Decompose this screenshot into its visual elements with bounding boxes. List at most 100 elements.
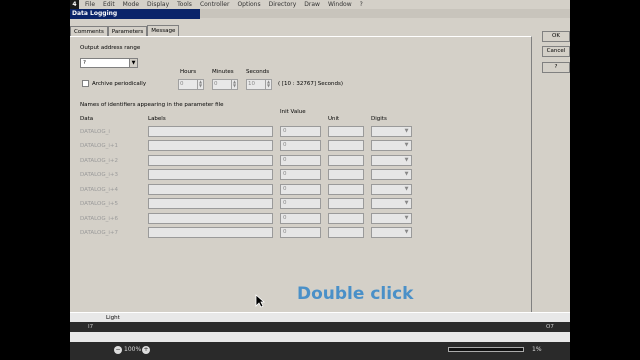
ok-button[interactable]: OK	[542, 31, 570, 42]
spinner-arrows-icon[interactable]: ▲ ▼	[231, 80, 237, 89]
data-identifier: DATALOG_i+7	[80, 230, 119, 236]
menu-options[interactable]: Options	[237, 1, 260, 8]
digits-select[interactable]: ▼	[371, 155, 412, 166]
col-data: Data	[80, 116, 94, 122]
init-value-input[interactable]: 0	[280, 213, 321, 224]
io-strip: I7 O7	[70, 322, 570, 332]
menu-display[interactable]: Display	[147, 1, 169, 8]
data-identifier: DATALOG_i+4	[80, 187, 119, 193]
digits-select[interactable]: ▼	[371, 227, 412, 238]
label-input[interactable]	[148, 198, 273, 209]
chevron-down-icon: ▼	[404, 215, 409, 221]
unit-input[interactable]	[328, 184, 364, 195]
init-value-input[interactable]: 0	[280, 198, 321, 209]
hours-spinner[interactable]: 0 ▲ ▼	[178, 79, 204, 90]
seconds-label: Seconds	[246, 69, 270, 75]
archive-label: Archive periodically	[92, 81, 147, 87]
label-input[interactable]	[148, 155, 273, 166]
label-input[interactable]	[148, 126, 273, 137]
chevron-down-icon: ▼	[404, 186, 409, 192]
unit-input[interactable]	[328, 213, 364, 224]
seconds-spinner[interactable]: 10 ▲ ▼	[246, 79, 272, 90]
unit-input[interactable]	[328, 155, 364, 166]
menu-bar: 4 File Edit Mode Display Tools Controlle…	[70, 0, 570, 9]
digits-select[interactable]: ▼	[371, 213, 412, 224]
zoom-out-icon[interactable]: −	[114, 346, 122, 354]
digits-select[interactable]: ▼	[371, 169, 412, 180]
init-value-input[interactable]: 0	[280, 169, 321, 180]
data-identifier: DATALOG_i+5	[80, 201, 119, 207]
data-identifier: DATALOG_i+2	[80, 158, 119, 164]
menu-controller[interactable]: Controller	[200, 1, 230, 8]
simulation-strip	[70, 332, 570, 342]
identifiers-label: Names of identifiers appearing in the pa…	[80, 102, 224, 108]
help-button[interactable]: ?	[542, 62, 570, 73]
unit-input[interactable]	[328, 126, 364, 137]
input-marker: I7	[88, 324, 94, 330]
menu-mode[interactable]: Mode	[123, 1, 139, 8]
col-digits: Digits	[371, 116, 387, 122]
zoom-in-icon[interactable]: +	[142, 346, 150, 354]
menu-help[interactable]: ?	[360, 1, 363, 8]
unit-input[interactable]	[328, 140, 364, 151]
zoom-level: 100%	[124, 346, 142, 353]
spinner-arrows-icon[interactable]: ▲ ▼	[265, 80, 271, 89]
label-input[interactable]	[148, 184, 273, 195]
progress-percent: 1%	[532, 346, 542, 353]
col-init-value: Init Value	[280, 109, 306, 115]
digits-select[interactable]: ▼	[371, 184, 412, 195]
digits-select[interactable]: ▼	[371, 126, 412, 137]
chevron-down-icon: ▼	[404, 200, 409, 206]
init-value-input[interactable]: 0	[280, 140, 321, 151]
label-input[interactable]	[148, 227, 273, 238]
minutes-label: Minutes	[212, 69, 234, 75]
output-marker: O7	[546, 324, 554, 330]
chevron-down-icon: ▼	[404, 142, 409, 148]
dialog-button-column: OK Cancel ?	[540, 28, 570, 312]
init-value-input[interactable]: 0	[280, 126, 321, 137]
hours-label: Hours	[180, 69, 197, 75]
tutorial-overlay-text: Double click	[297, 284, 414, 304]
application-window: 4 File Edit Mode Display Tools Controlle…	[70, 0, 570, 360]
digits-select[interactable]: ▼	[371, 140, 412, 151]
chevron-down-icon: ▼	[129, 59, 137, 67]
col-labels: Labels	[148, 116, 166, 122]
label-input[interactable]	[148, 169, 273, 180]
unit-input[interactable]	[328, 169, 364, 180]
unit-input[interactable]	[328, 198, 364, 209]
init-value-input[interactable]: 0	[280, 227, 321, 238]
chevron-down-icon: ▼	[404, 128, 409, 134]
init-value-input[interactable]: 0	[280, 155, 321, 166]
unit-input[interactable]	[328, 227, 364, 238]
menu-directory[interactable]: Directory	[269, 1, 297, 8]
mouse-cursor-icon	[255, 294, 265, 308]
cancel-button[interactable]: Cancel	[542, 46, 570, 57]
light-label[interactable]: Light	[106, 315, 120, 321]
progress-bar	[448, 347, 524, 352]
menu-draw[interactable]: Draw	[304, 1, 320, 8]
menu-window[interactable]: Window	[328, 1, 352, 8]
chevron-down-icon: ▼	[404, 157, 409, 163]
seconds-range-hint: ( [10 : 32767] Seconds)	[278, 81, 344, 87]
hours-value: 0	[180, 81, 184, 87]
seconds-value: 10	[248, 81, 255, 87]
archive-checkbox[interactable]	[82, 80, 89, 87]
menu-tools[interactable]: Tools	[177, 1, 192, 8]
data-identifier: DATALOG_i	[80, 129, 110, 135]
label-input[interactable]	[148, 213, 273, 224]
menu-file[interactable]: File	[85, 1, 95, 8]
app-logo-icon: 4	[70, 0, 79, 9]
label-input[interactable]	[148, 140, 273, 151]
digits-select[interactable]: ▼	[371, 198, 412, 209]
chevron-down-icon: ▼	[404, 229, 409, 235]
col-unit: Unit	[328, 116, 340, 122]
spinner-arrows-icon[interactable]: ▲ ▼	[197, 80, 203, 89]
output-range-select[interactable]: ? ▼	[80, 58, 138, 68]
data-identifier: DATALOG_i+1	[80, 143, 119, 149]
minutes-spinner[interactable]: 0 ▲ ▼	[212, 79, 238, 90]
dialog-title: Data Logging	[70, 9, 200, 19]
chevron-down-icon: ▼	[404, 171, 409, 177]
minutes-value: 0	[214, 81, 218, 87]
menu-edit[interactable]: Edit	[103, 1, 115, 8]
init-value-input[interactable]: 0	[280, 184, 321, 195]
